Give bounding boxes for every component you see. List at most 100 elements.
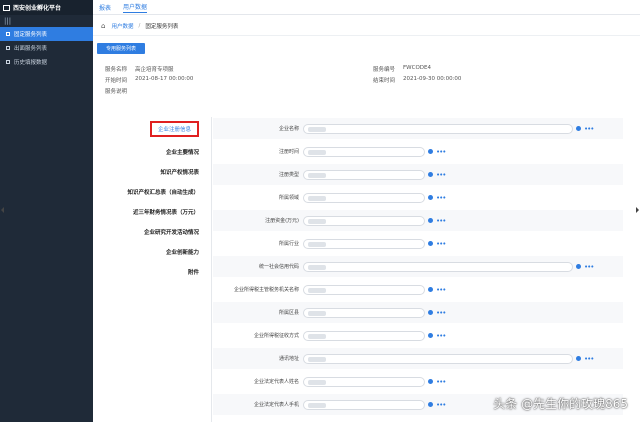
- form-row-industry: 所属行业 •••: [213, 233, 623, 254]
- reg-type-select[interactable]: [303, 169, 425, 180]
- section-company-registration[interactable]: 企业注册信息: [149, 121, 199, 137]
- info-icon[interactable]: [428, 402, 433, 407]
- top-nav: 报表 用户数据: [93, 0, 640, 15]
- tax-authority-input[interactable]: [303, 284, 425, 295]
- info-icon[interactable]: [428, 241, 433, 246]
- legal-rep-input[interactable]: [303, 376, 425, 387]
- district-select[interactable]: [303, 307, 425, 318]
- form-row-tax-authority: 企业所得税主管税务机关名称 •••: [213, 279, 623, 300]
- breadcrumb-separator: /: [138, 22, 141, 29]
- address-input[interactable]: [303, 353, 573, 364]
- company-name-input[interactable]: [303, 123, 573, 134]
- redacted-value: [308, 356, 326, 362]
- sidebar-item-fixed-services[interactable]: 固定服务列表: [0, 27, 93, 41]
- section-financials[interactable]: 近三年财务情况表（万元）: [133, 208, 199, 216]
- section-ip-summary[interactable]: 知识产权汇总表（自动生成）: [127, 188, 199, 196]
- sidebar-item-history[interactable]: 历史填报数据: [0, 55, 93, 69]
- legal-rep-phone-input[interactable]: [303, 399, 425, 410]
- more-icon[interactable]: •••: [436, 171, 446, 178]
- reg-capital-input[interactable]: [303, 215, 425, 226]
- field-select[interactable]: [303, 192, 425, 203]
- reg-time-input[interactable]: [303, 146, 425, 157]
- more-icon[interactable]: •••: [436, 401, 446, 408]
- field-label: 通讯地址: [278, 356, 299, 362]
- redacted-value: [308, 333, 326, 339]
- sidebar-item-label: 固定服务列表: [14, 32, 48, 38]
- more-icon[interactable]: •••: [436, 240, 446, 247]
- tax-method-select[interactable]: [303, 330, 425, 341]
- form-row-reg-type: 注册类型 •••: [213, 164, 623, 185]
- more-icon[interactable]: •••: [436, 286, 446, 293]
- end-time-label: 结束时间: [373, 78, 396, 84]
- service-name-label: 服务名称: [105, 67, 128, 73]
- info-icon[interactable]: [428, 218, 433, 223]
- info-icon[interactable]: [428, 333, 433, 338]
- watermark: 头条 @先生你的玫瑰865: [493, 397, 628, 411]
- breadcrumb-user-data[interactable]: 用户数据: [111, 22, 133, 30]
- info-icon[interactable]: [428, 310, 433, 315]
- more-icon[interactable]: •••: [436, 378, 446, 385]
- menu-icon[interactable]: |||: [0, 15, 93, 27]
- field-label: 注册类型: [278, 172, 299, 178]
- section-innovation[interactable]: 企业创新能力: [166, 248, 199, 256]
- info-icon[interactable]: [576, 126, 581, 131]
- info-icon[interactable]: [428, 379, 433, 384]
- breadcrumb: ⌂ 用户数据 / 固定服务列表: [93, 16, 640, 36]
- redacted-value: [308, 402, 326, 408]
- breadcrumb-current: 固定服务列表: [145, 23, 179, 30]
- credit-code-input[interactable]: [303, 261, 573, 272]
- field-label: 企业所得税主管税务机关名称: [233, 287, 299, 293]
- field-label: 企业所得税征收方式: [253, 333, 299, 339]
- more-icon[interactable]: •••: [584, 263, 594, 270]
- info-icon[interactable]: [428, 172, 433, 177]
- field-label: 统一社会信用代码: [258, 264, 299, 270]
- form-row-district: 所属区县 •••: [213, 302, 623, 323]
- sidebar: 西安创业孵化平台 ||| 固定服务列表 出面服务列表 历史填报数据: [0, 0, 93, 422]
- field-label: 所属区县: [278, 310, 299, 316]
- form-row-credit-code: 统一社会信用代码 •••: [213, 256, 623, 277]
- field-label: 企业法定代表人姓名: [253, 379, 299, 385]
- monitor-icon: [3, 4, 10, 11]
- sidebar-item-label: 出面服务列表: [14, 46, 48, 52]
- top-nav-item-user-data[interactable]: 用户数据: [123, 2, 148, 13]
- info-icon[interactable]: [576, 264, 581, 269]
- redacted-value: [308, 172, 326, 178]
- info-icon[interactable]: [428, 195, 433, 200]
- more-icon[interactable]: •••: [436, 309, 446, 316]
- home-icon[interactable]: ⌂: [101, 22, 105, 30]
- more-icon[interactable]: •••: [436, 148, 446, 155]
- top-nav-item-reports[interactable]: 报表: [99, 3, 111, 12]
- industry-select[interactable]: [303, 238, 425, 249]
- info-icon[interactable]: [428, 287, 433, 292]
- more-icon[interactable]: •••: [436, 194, 446, 201]
- form-row-tax-method: 企业所得税征收方式 •••: [213, 325, 623, 346]
- form-row-address: 通讯地址 •••: [213, 348, 623, 369]
- redacted-value: [308, 264, 326, 270]
- more-icon[interactable]: •••: [584, 125, 594, 132]
- form-row-reg-time: 注册时间 •••: [213, 141, 623, 162]
- scroll-left-icon[interactable]: [1, 207, 4, 213]
- field-label: 注册时间: [278, 149, 299, 155]
- form-row-company-name: 企业名称 •••: [213, 118, 623, 139]
- section-attachments[interactable]: 附件: [188, 268, 199, 276]
- list-icon: [6, 46, 10, 50]
- divider: [211, 117, 212, 422]
- info-icon[interactable]: [576, 356, 581, 361]
- scroll-right-icon[interactable]: [636, 207, 639, 213]
- redacted-value: [308, 195, 326, 201]
- more-icon[interactable]: •••: [436, 332, 446, 339]
- section-ip-status[interactable]: 知识产权情况表: [160, 168, 199, 176]
- redacted-value: [308, 126, 326, 132]
- section-company-main[interactable]: 企业主要情况: [166, 148, 199, 156]
- sidebar-item-out-services[interactable]: 出面服务列表: [0, 41, 93, 55]
- field-label: 所属领域: [278, 195, 299, 201]
- list-icon: [6, 60, 10, 64]
- field-label: 企业名称: [278, 126, 299, 132]
- form-row-field: 所属领域 •••: [213, 187, 623, 208]
- section-rd-activities[interactable]: 企业研究开发活动情况: [144, 228, 199, 236]
- more-icon[interactable]: •••: [584, 355, 594, 362]
- service-no-label: 服务编号: [373, 67, 396, 73]
- more-icon[interactable]: •••: [436, 217, 446, 224]
- special-service-list-button[interactable]: 专用服务列表: [97, 43, 145, 54]
- info-icon[interactable]: [428, 149, 433, 154]
